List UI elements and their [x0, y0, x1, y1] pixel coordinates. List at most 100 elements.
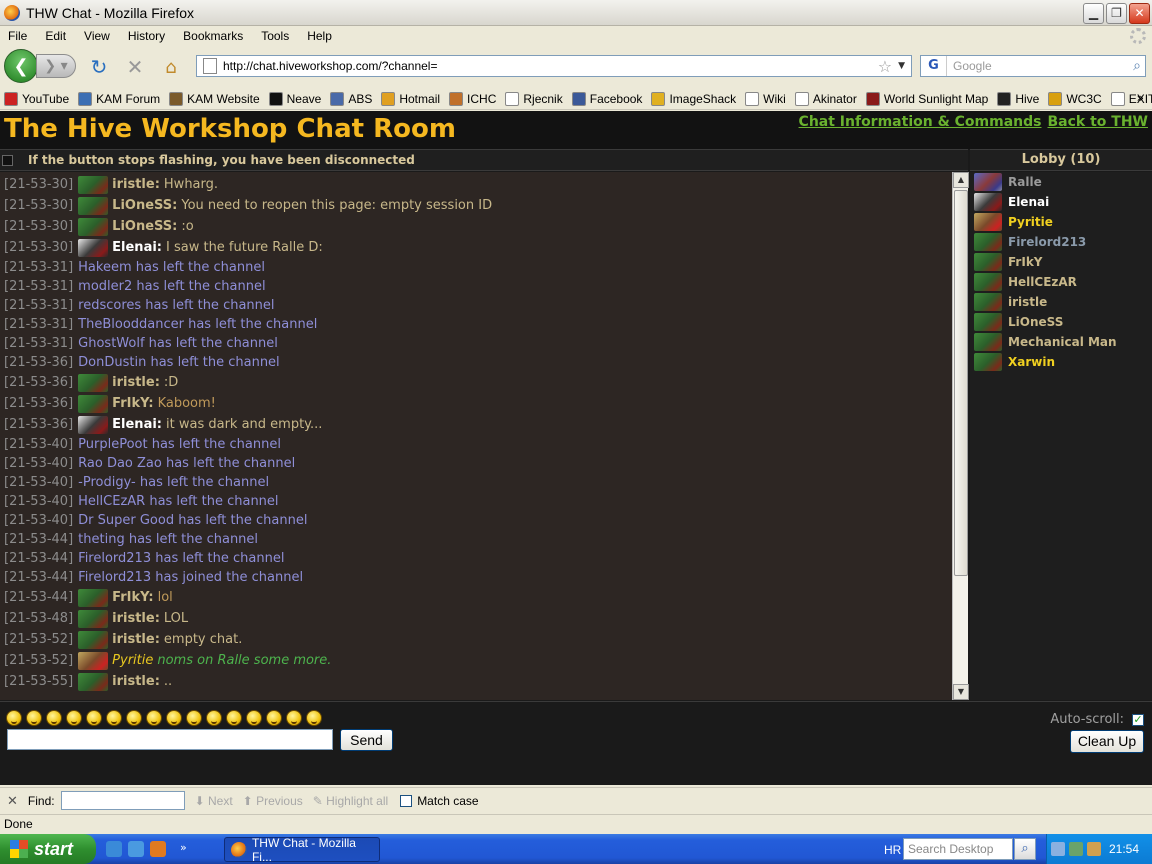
- close-find-icon[interactable]: ✕: [7, 793, 18, 809]
- bookmark-item[interactable]: ABS: [330, 91, 372, 106]
- clean-up-button[interactable]: Clean Up: [1070, 730, 1144, 753]
- bookmark-item[interactable]: WC3C: [1048, 91, 1102, 106]
- message-username[interactable]: Elenai:: [112, 240, 162, 255]
- lobby-user[interactable]: Pyritie: [970, 212, 1152, 232]
- smiley-icon[interactable]: [286, 710, 302, 726]
- message-username[interactable]: iristle:: [112, 375, 160, 390]
- menu-tools[interactable]: Tools: [261, 29, 289, 43]
- lobby-user[interactable]: Ralle: [970, 172, 1152, 192]
- smiley-icon[interactable]: [126, 710, 142, 726]
- message-input[interactable]: [7, 729, 333, 750]
- smiley-icon[interactable]: [266, 710, 282, 726]
- smiley-icon[interactable]: [226, 710, 242, 726]
- back-to-thw-link[interactable]: Back to THW: [1048, 114, 1149, 130]
- scroll-up-icon[interactable]: ▲: [953, 172, 969, 188]
- autoscroll-toggle[interactable]: Auto-scroll: ✓: [1050, 712, 1144, 727]
- bookmark-item[interactable]: KAM Forum: [78, 91, 160, 106]
- bookmark-item[interactable]: Hotmail: [381, 91, 440, 106]
- lobby-user[interactable]: Xarwin: [970, 352, 1152, 372]
- message-username[interactable]: iristle:: [112, 674, 160, 689]
- reload-button[interactable]: ↻: [88, 55, 110, 79]
- taskbar-firefox-window[interactable]: THW Chat - Mozilla Fi...: [224, 836, 380, 864]
- lobby-user[interactable]: LiOneSS: [970, 312, 1152, 332]
- quicklaunch-firefox-icon[interactable]: [150, 841, 166, 857]
- bookmark-item[interactable]: World Sunlight Map: [865, 91, 988, 106]
- url-text[interactable]: http://chat.hiveworkshop.com/?channel=: [223, 59, 878, 73]
- autoscroll-checkbox[interactable]: ✓: [1132, 713, 1144, 726]
- match-case-toggle[interactable]: Match case: [400, 794, 479, 808]
- quicklaunch-more-icon[interactable]: »: [180, 841, 187, 857]
- chat-info-link[interactable]: Chat Information & Commands: [799, 114, 1042, 130]
- bookmark-item[interactable]: Wiki: [745, 91, 786, 106]
- scrollbar-thumb[interactable]: [954, 190, 968, 576]
- smiley-icon[interactable]: [46, 710, 62, 726]
- smiley-icon[interactable]: [66, 710, 82, 726]
- menu-file[interactable]: File: [8, 29, 27, 43]
- bookmark-item[interactable]: KAM Website: [169, 91, 260, 106]
- bookmark-item[interactable]: YouTube: [4, 91, 69, 106]
- find-previous-button[interactable]: ⬆ Previous: [243, 794, 303, 808]
- scroll-down-icon[interactable]: ▼: [953, 684, 969, 700]
- forward-button[interactable]: ❯ ▾: [36, 54, 76, 78]
- match-case-checkbox[interactable]: [400, 794, 413, 807]
- message-username[interactable]: LiOneSS:: [112, 219, 177, 234]
- menu-edit[interactable]: Edit: [45, 29, 66, 43]
- smiley-icon[interactable]: [146, 710, 162, 726]
- bookmark-item[interactable]: ICHC: [449, 91, 496, 106]
- menu-view[interactable]: View: [84, 29, 110, 43]
- tray-back-icon[interactable]: [1051, 842, 1065, 856]
- message-username[interactable]: Elenai:: [112, 417, 162, 432]
- lobby-user[interactable]: iristle: [970, 292, 1152, 312]
- message-username[interactable]: FrIkY:: [112, 590, 153, 605]
- stop-button[interactable]: ✕: [124, 55, 146, 79]
- bookmarks-more-icon[interactable]: »: [1137, 91, 1144, 105]
- close-button[interactable]: ✕: [1129, 3, 1150, 24]
- restore-button[interactable]: ❐: [1106, 3, 1127, 24]
- bookmark-item[interactable]: Hive: [997, 91, 1039, 106]
- bookmark-item[interactable]: EXIT MUNDI: [1110, 91, 1152, 106]
- smiley-icon[interactable]: [6, 710, 22, 726]
- lobby-user[interactable]: FrIkY: [970, 252, 1152, 272]
- message-scrollbar[interactable]: ▲ ▼: [952, 172, 969, 700]
- message-username[interactable]: iristle:: [112, 177, 160, 192]
- language-indicator[interactable]: HR: [884, 843, 901, 857]
- back-button[interactable]: ❮: [4, 49, 38, 83]
- smiley-icon[interactable]: [206, 710, 222, 726]
- home-button[interactable]: ⌂: [160, 56, 182, 78]
- message-username[interactable]: iristle:: [112, 632, 160, 647]
- bookmark-star-icon[interactable]: ☆: [878, 57, 892, 76]
- smiley-icon[interactable]: [166, 710, 182, 726]
- smiley-icon[interactable]: [306, 710, 322, 726]
- find-input[interactable]: [60, 791, 185, 810]
- start-button[interactable]: start: [0, 834, 96, 864]
- message-username[interactable]: LiOneSS:: [112, 198, 177, 213]
- bookmark-item[interactable]: Rjecnik: [505, 91, 563, 106]
- tray-volume-icon[interactable]: [1087, 842, 1101, 856]
- minimize-button[interactable]: ▁: [1083, 3, 1104, 24]
- lobby-user[interactable]: Mechanical Man: [970, 332, 1152, 352]
- bookmark-item[interactable]: Akinator: [794, 91, 857, 106]
- message-username[interactable]: Pyritie: [112, 653, 153, 668]
- search-bar[interactable]: G Google ⌕: [920, 55, 1146, 77]
- url-dropdown-icon[interactable]: ▼: [898, 61, 905, 71]
- search-icon[interactable]: ⌕: [1133, 58, 1141, 74]
- bookmark-item[interactable]: Facebook: [571, 91, 642, 106]
- smiley-icon[interactable]: [26, 710, 42, 726]
- bookmark-item[interactable]: Neave: [268, 91, 321, 106]
- bookmark-item[interactable]: ImageShack: [651, 91, 736, 106]
- menu-bookmarks[interactable]: Bookmarks: [183, 29, 243, 43]
- desktop-search-input[interactable]: Search Desktop: [903, 838, 1013, 860]
- google-icon[interactable]: G: [921, 56, 947, 76]
- smiley-icon[interactable]: [186, 710, 202, 726]
- lobby-user[interactable]: HellCEzAR: [970, 272, 1152, 292]
- lobby-user[interactable]: Elenai: [970, 192, 1152, 212]
- highlight-all-button[interactable]: ✎ Highlight all: [313, 794, 388, 808]
- smiley-icon[interactable]: [106, 710, 122, 726]
- tray-network-icon[interactable]: [1069, 842, 1083, 856]
- desktop-search-icon[interactable]: ⌕: [1014, 838, 1036, 860]
- smiley-icon[interactable]: [246, 710, 262, 726]
- find-next-button[interactable]: ⬇ Next: [195, 794, 233, 808]
- smiley-icon[interactable]: [86, 710, 102, 726]
- quicklaunch-ie-icon[interactable]: [128, 841, 144, 857]
- quicklaunch-desktop-icon[interactable]: [106, 841, 122, 857]
